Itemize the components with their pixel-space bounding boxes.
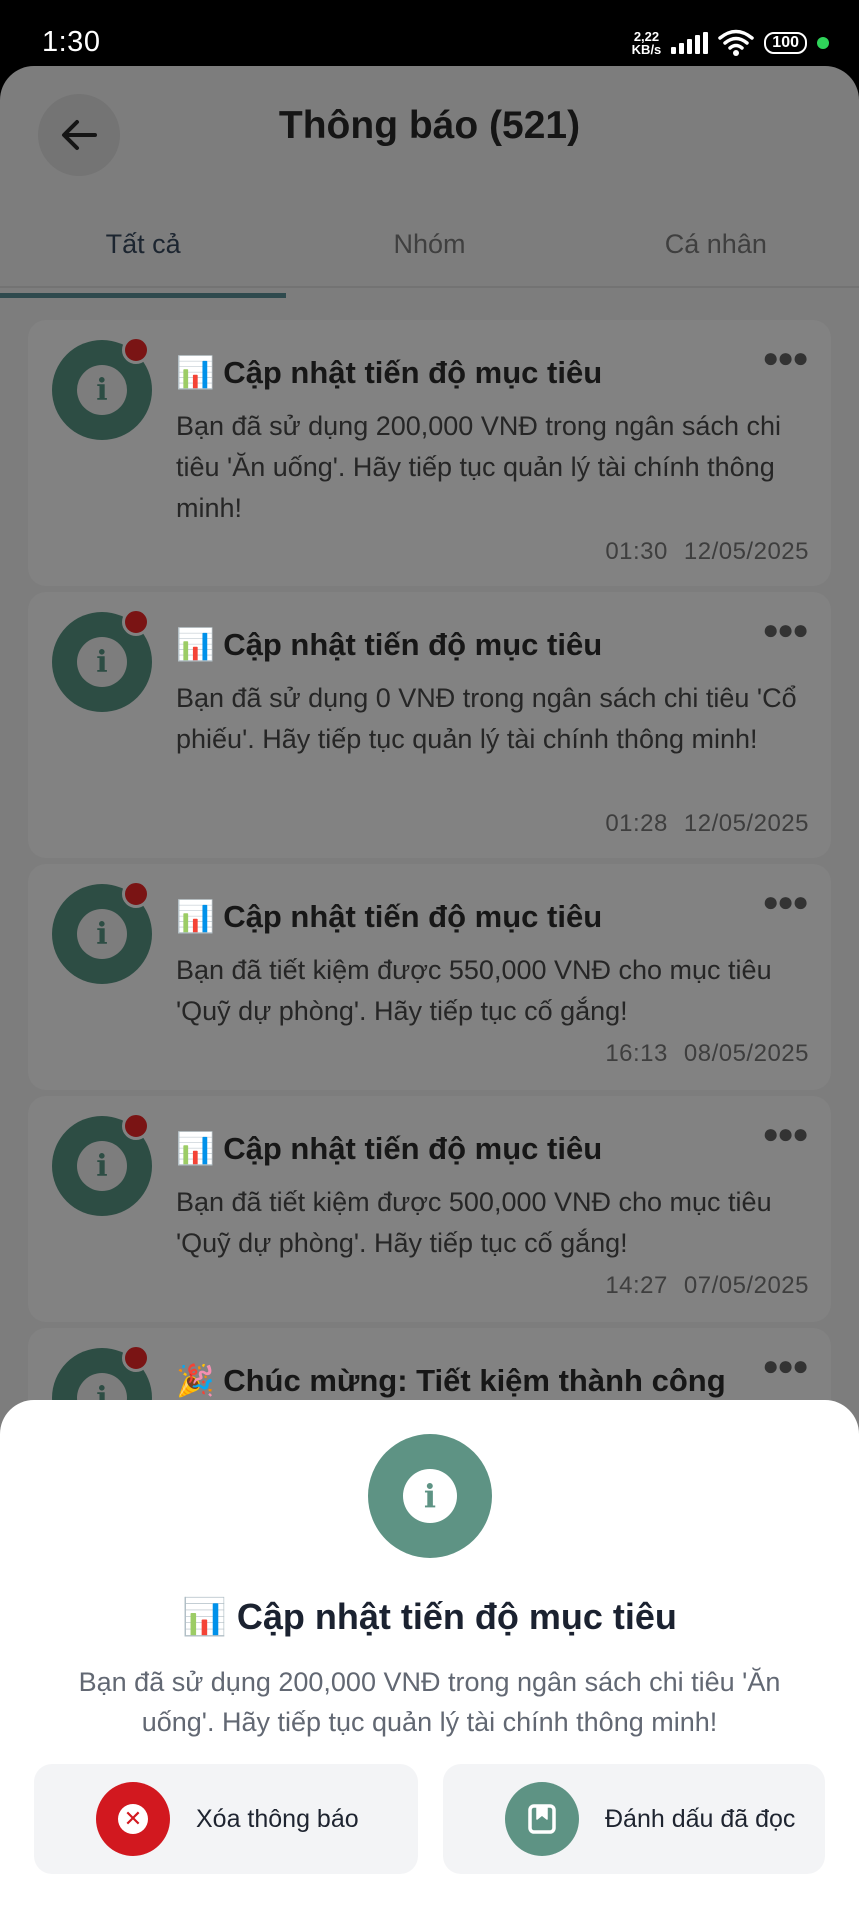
unread-badge — [122, 1344, 150, 1372]
more-options-icon[interactable]: ●●● — [762, 342, 809, 374]
unread-badge — [122, 336, 150, 364]
tab-bar: Tất cả Nhóm Cá nhân — [0, 192, 859, 298]
notification-body: Bạn đã tiết kiệm được 500,000 VNĐ cho mụ… — [176, 1187, 772, 1258]
notification-body: Bạn đã tiết kiệm được 550,000 VNĐ cho mụ… — [176, 955, 772, 1026]
network-speed: 2,22 KB/s — [632, 30, 662, 56]
notification-title: 📊 Cập nhật tiến độ mục tiêu — [176, 1131, 603, 1166]
tab-personal[interactable]: Cá nhân — [573, 192, 859, 286]
sheet-body: Bạn đã sử dụng 200,000 VNĐ trong ngân sá… — [78, 1667, 781, 1737]
mark-read-button-label: Đánh dấu đã đọc — [605, 1804, 796, 1833]
notification-body: Bạn đã sử dụng 0 VNĐ trong ngân sách chi… — [176, 683, 797, 754]
notification-title: 📊 Cập nhật tiến độ mục tiêu — [176, 627, 603, 662]
sheet-title: 📊 Cập nhật tiến độ mục tiêu — [182, 1596, 677, 1637]
notification-title: 📊 Cập nhật tiến độ mục tiêu — [176, 355, 603, 390]
notification-timestamp: 14:27 07/05/2025 — [605, 1272, 809, 1299]
page-title: Thông báo (521) — [278, 104, 581, 147]
more-options-icon[interactable]: ●●● — [762, 1350, 809, 1382]
notification-timestamp: 01:30 12/05/2025 — [605, 538, 809, 565]
status-time: 1:30 — [42, 26, 101, 58]
unread-badge — [122, 1112, 150, 1140]
status-bar: 1:30 2,22 KB/s 100 — [0, 0, 859, 70]
unread-badge — [122, 608, 150, 636]
notification-card[interactable]: i 📊 Cập nhật tiến độ mục tiêu ●●● Bạn đã… — [28, 864, 831, 1090]
network-speed-unit: KB/s — [631, 42, 662, 57]
delete-icon: ✕ — [96, 1782, 170, 1856]
more-options-icon[interactable]: ●●● — [762, 886, 809, 918]
notification-detail-sheet: i 📊 Cập nhật tiến độ mục tiêu Bạn đã sử … — [0, 1400, 859, 1908]
info-icon: i — [368, 1434, 492, 1558]
notification-card[interactable]: i 📊 Cập nhật tiến độ mục tiêu ●●● Bạn đã… — [28, 320, 831, 586]
status-icons: 2,22 KB/s 100 — [632, 26, 829, 60]
notification-card[interactable]: i 📊 Cập nhật tiến độ mục tiêu ●●● Bạn đã… — [28, 1096, 831, 1322]
more-options-icon[interactable]: ●●● — [762, 614, 809, 646]
more-options-icon[interactable]: ●●● — [762, 1118, 809, 1150]
notification-title: 📊 Cập nhật tiến độ mục tiêu — [176, 899, 603, 934]
notification-title: 🎉 Chúc mừng: Tiết kiệm thành công — [176, 1363, 726, 1398]
tab-all[interactable]: Tất cả — [0, 192, 287, 298]
notification-body: Bạn đã sử dụng 200,000 VNĐ trong ngân sá… — [176, 411, 781, 523]
bookmark-icon — [505, 1782, 579, 1856]
notification-timestamp: 01:28 12/05/2025 — [605, 810, 809, 837]
delete-button-label: Xóa thông báo — [196, 1804, 359, 1833]
header: Thông báo (521) — [0, 66, 859, 192]
signal-icon — [671, 32, 709, 54]
notification-timestamp: 16:13 08/05/2025 — [605, 1040, 809, 1067]
privacy-indicator-dot — [817, 37, 829, 49]
mark-as-read-button[interactable]: Đánh dấu đã đọc — [443, 1764, 825, 1874]
tab-group[interactable]: Nhóm — [286, 192, 572, 286]
delete-notification-button[interactable]: ✕ Xóa thông báo — [34, 1764, 418, 1874]
tab-divider — [0, 286, 859, 288]
battery-icon: 100 — [764, 32, 807, 54]
notification-list: i 📊 Cập nhật tiến độ mục tiêu ●●● Bạn đã… — [28, 320, 831, 1534]
notification-card[interactable]: i 📊 Cập nhật tiến độ mục tiêu ●●● Bạn đã… — [28, 592, 831, 858]
wifi-icon — [718, 29, 755, 56]
unread-badge — [122, 880, 150, 908]
